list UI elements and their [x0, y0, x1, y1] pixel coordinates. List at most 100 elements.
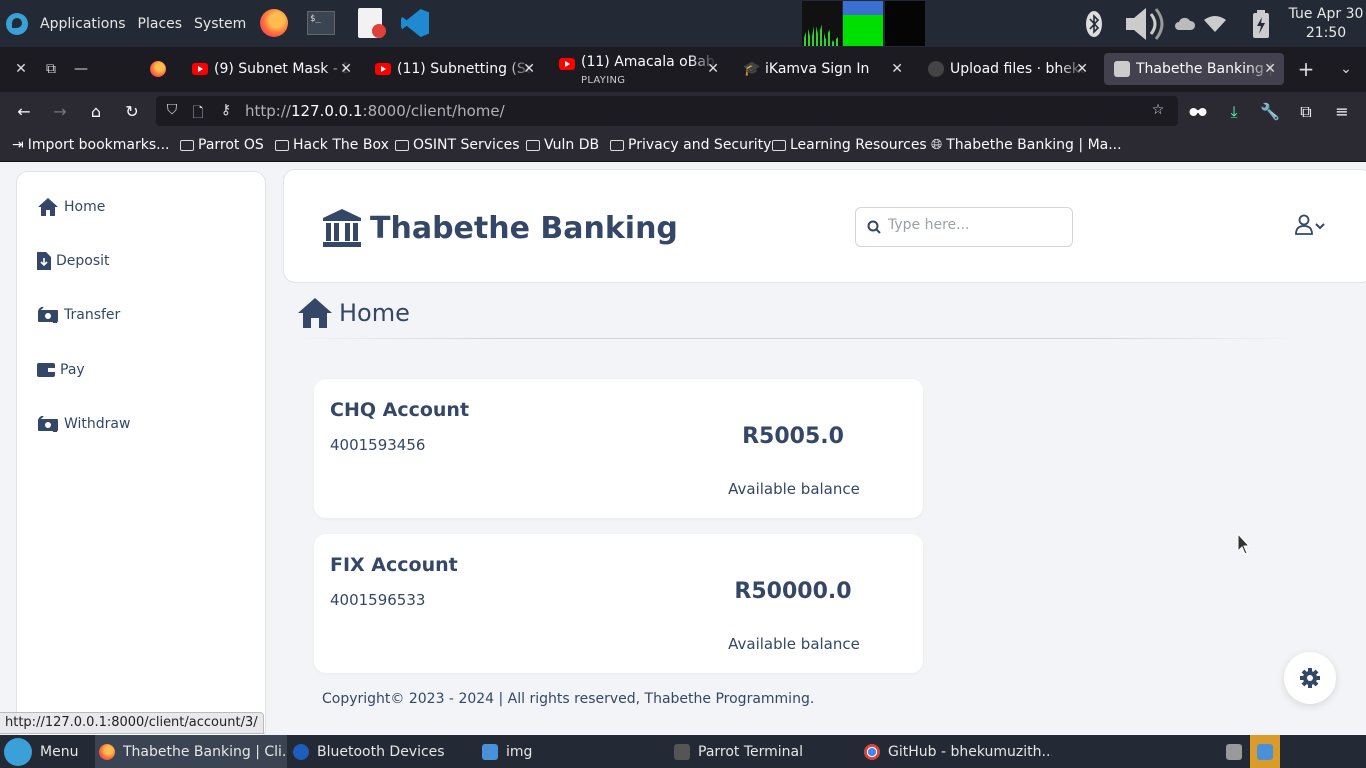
tab-list-chevron-down-icon[interactable]: ⌄ [1336, 59, 1356, 79]
account-name: CHQ Account [330, 399, 470, 421]
workspace-indicator-icon[interactable] [1250, 735, 1280, 768]
tab-close-icon[interactable]: ✕ [707, 61, 719, 77]
taskbar-window[interactable]: img [480, 735, 660, 768]
page-info-icon[interactable]: 🗋 [189, 102, 207, 121]
sidebar-item-pay[interactable]: Pay [37, 362, 85, 378]
firefox-icon [150, 61, 166, 77]
bank-icon [1114, 61, 1130, 77]
workspace-switcher-icon[interactable] [1222, 735, 1246, 768]
reload-icon[interactable]: ↻ [121, 101, 143, 123]
forward-arrow-icon[interactable]: → [49, 101, 71, 123]
taskbar-label: Parrot Terminal [698, 743, 804, 760]
settings-button[interactable] [1284, 652, 1336, 704]
shield-icon[interactable]: ⛉ [163, 102, 181, 120]
mouse-cursor-icon [1237, 533, 1251, 555]
firefox-launcher-icon[interactable] [259, 8, 289, 38]
wrench-icon[interactable]: 🔧 [1259, 101, 1281, 123]
bookmark-folder[interactable]: Parrot OS [180, 137, 264, 153]
folder-icon [610, 139, 624, 151]
bookmark-link[interactable]: 🌐︎ Thabethe Banking | Ma... [931, 137, 1122, 153]
parrot-os-logo-icon[interactable] [6, 12, 28, 35]
sidebar-item-transfer[interactable]: Transfer [37, 307, 120, 323]
bookmark-folder[interactable]: Hack The Box [275, 137, 389, 153]
browser-tab[interactable]: 🎓 iKamva Sign In ✕ [733, 53, 911, 85]
bookmark-label: Parrot OS [198, 137, 264, 153]
cloud-icon[interactable] [1172, 0, 1198, 47]
sidebar-item-label: Transfer [64, 307, 121, 323]
tab-close-icon[interactable]: ✕ [340, 61, 352, 77]
text-editor-launcher-icon[interactable] [355, 8, 386, 38]
taskbar-window-active[interactable]: Thabethe Banking | Cli... [95, 735, 287, 768]
browser-tab-playing[interactable]: (11) Amacala oBaba PLAYING ✕ [549, 53, 727, 85]
tab-title: (11) Subnetting (Sol [397, 61, 533, 77]
taskbar-window[interactable]: GitHub - bhekumuzith... [862, 735, 1052, 768]
folder-icon [275, 139, 289, 151]
new-tab-icon[interactable]: + [1296, 59, 1316, 79]
window-minimize-icon[interactable]: — [71, 59, 91, 79]
bookmark-folder[interactable]: OSINT Services [395, 137, 520, 153]
start-menu-button[interactable]: Menu [0, 735, 92, 768]
web-page-content: Home Deposit Transfer Pay Withdraw Thabe… [0, 163, 1366, 735]
url-text[interactable]: http://127.0.0.1:8000/client/home/ [245, 102, 505, 120]
brand-logo[interactable]: Thabethe Banking [322, 208, 678, 248]
status-link-tooltip: http://127.0.0.1:8000/client/account/3/ [0, 712, 264, 734]
browser-tab-active[interactable]: Thabethe Banking | ✕ [1104, 53, 1284, 85]
url-bar[interactable]: ⛉ 🗋 ⚷ http://127.0.0.1:8000/client/home/… [156, 96, 1178, 126]
taskbar-window[interactable]: Parrot Terminal [672, 735, 852, 768]
bookmark-folder[interactable]: Vuln DB [526, 137, 599, 153]
back-arrow-icon[interactable]: ← [13, 101, 35, 123]
search-input[interactable] [888, 217, 1068, 233]
globe-icon: 🌐︎ [931, 137, 943, 153]
hamburger-menu-icon[interactable]: ≡ [1331, 101, 1353, 123]
downloads-icon[interactable]: ⤓ [1223, 101, 1245, 123]
bookmark-label: OSINT Services [413, 137, 520, 153]
tab-close-icon[interactable]: ✕ [1076, 61, 1088, 77]
search-box[interactable] [855, 207, 1073, 247]
browser-tab[interactable]: (11) Subnetting (Sol ✕ [365, 53, 543, 85]
tab-close-icon[interactable]: ✕ [1264, 61, 1276, 77]
account-card[interactable]: CHQ Account 4001593456 R5005.0 Available… [314, 379, 923, 518]
account-number: 4001593456 [330, 436, 426, 454]
clock-time: 21:50 [1305, 25, 1347, 41]
permissions-key-icon[interactable]: ⚷ [217, 102, 235, 120]
file-download-icon [37, 252, 51, 270]
browser-tab[interactable]: (9) Subnet Mask - E ✕ [182, 53, 360, 85]
taskbar-label: img [506, 743, 533, 760]
bookmark-folder[interactable]: Learning Resources [772, 137, 927, 153]
terminal-launcher-icon[interactable]: $_ [306, 8, 336, 38]
sidebar-item-deposit[interactable]: Deposit [37, 252, 110, 270]
browser-tab[interactable]: Upload files · bheku ✕ [918, 53, 1096, 85]
applications-menu[interactable]: Applications [40, 16, 126, 32]
battery-icon[interactable] [1248, 0, 1274, 47]
firefox-view-tab[interactable] [140, 53, 176, 85]
sidebar-item-home[interactable]: Home [37, 197, 105, 217]
bookmark-import[interactable]: ⇥ Import bookmarks... [12, 137, 170, 153]
system-clock[interactable]: Tue Apr 30 21:50 [1288, 5, 1364, 43]
taskbar-label: Thabethe Banking | Cli... [123, 743, 287, 760]
taskbar-window[interactable]: Bluetooth Devices [291, 735, 471, 768]
system-menu[interactable]: System [194, 16, 246, 32]
places-menu[interactable]: Places [138, 16, 183, 32]
taskbar-label: GitHub - bhekumuzith... [888, 743, 1052, 760]
wifi-icon[interactable] [1202, 0, 1228, 47]
window-restore-icon[interactable]: ⧉ [41, 59, 61, 79]
tab-close-icon[interactable]: ✕ [891, 61, 903, 77]
gear-icon [1300, 668, 1320, 688]
bluetooth-icon[interactable] [1080, 0, 1108, 47]
firefox-icon [99, 743, 115, 760]
bookmark-label: Vuln DB [544, 137, 600, 153]
extensions-puzzle-icon[interactable]: ⧉ [1295, 101, 1317, 123]
bookmark-folder[interactable]: Privacy and Security [610, 137, 771, 153]
vscode-launcher-icon[interactable] [400, 8, 430, 38]
bookmark-star-icon[interactable]: ☆ [1149, 102, 1167, 120]
sidebar-item-withdraw[interactable]: Withdraw [37, 416, 130, 432]
tab-close-icon[interactable]: ✕ [523, 61, 535, 77]
volume-icon[interactable] [1122, 0, 1172, 47]
private-mask-icon[interactable] [1187, 101, 1209, 123]
sidebar-item-label: Home [64, 199, 106, 215]
window-close-icon[interactable]: ✕ [11, 59, 31, 79]
account-card[interactable]: FIX Account 4001596533 R50000.0 Availabl… [314, 534, 923, 673]
user-menu-dropdown[interactable] [1295, 214, 1329, 240]
bank-building-icon [323, 209, 361, 247]
home-icon[interactable]: ⌂ [85, 101, 107, 123]
